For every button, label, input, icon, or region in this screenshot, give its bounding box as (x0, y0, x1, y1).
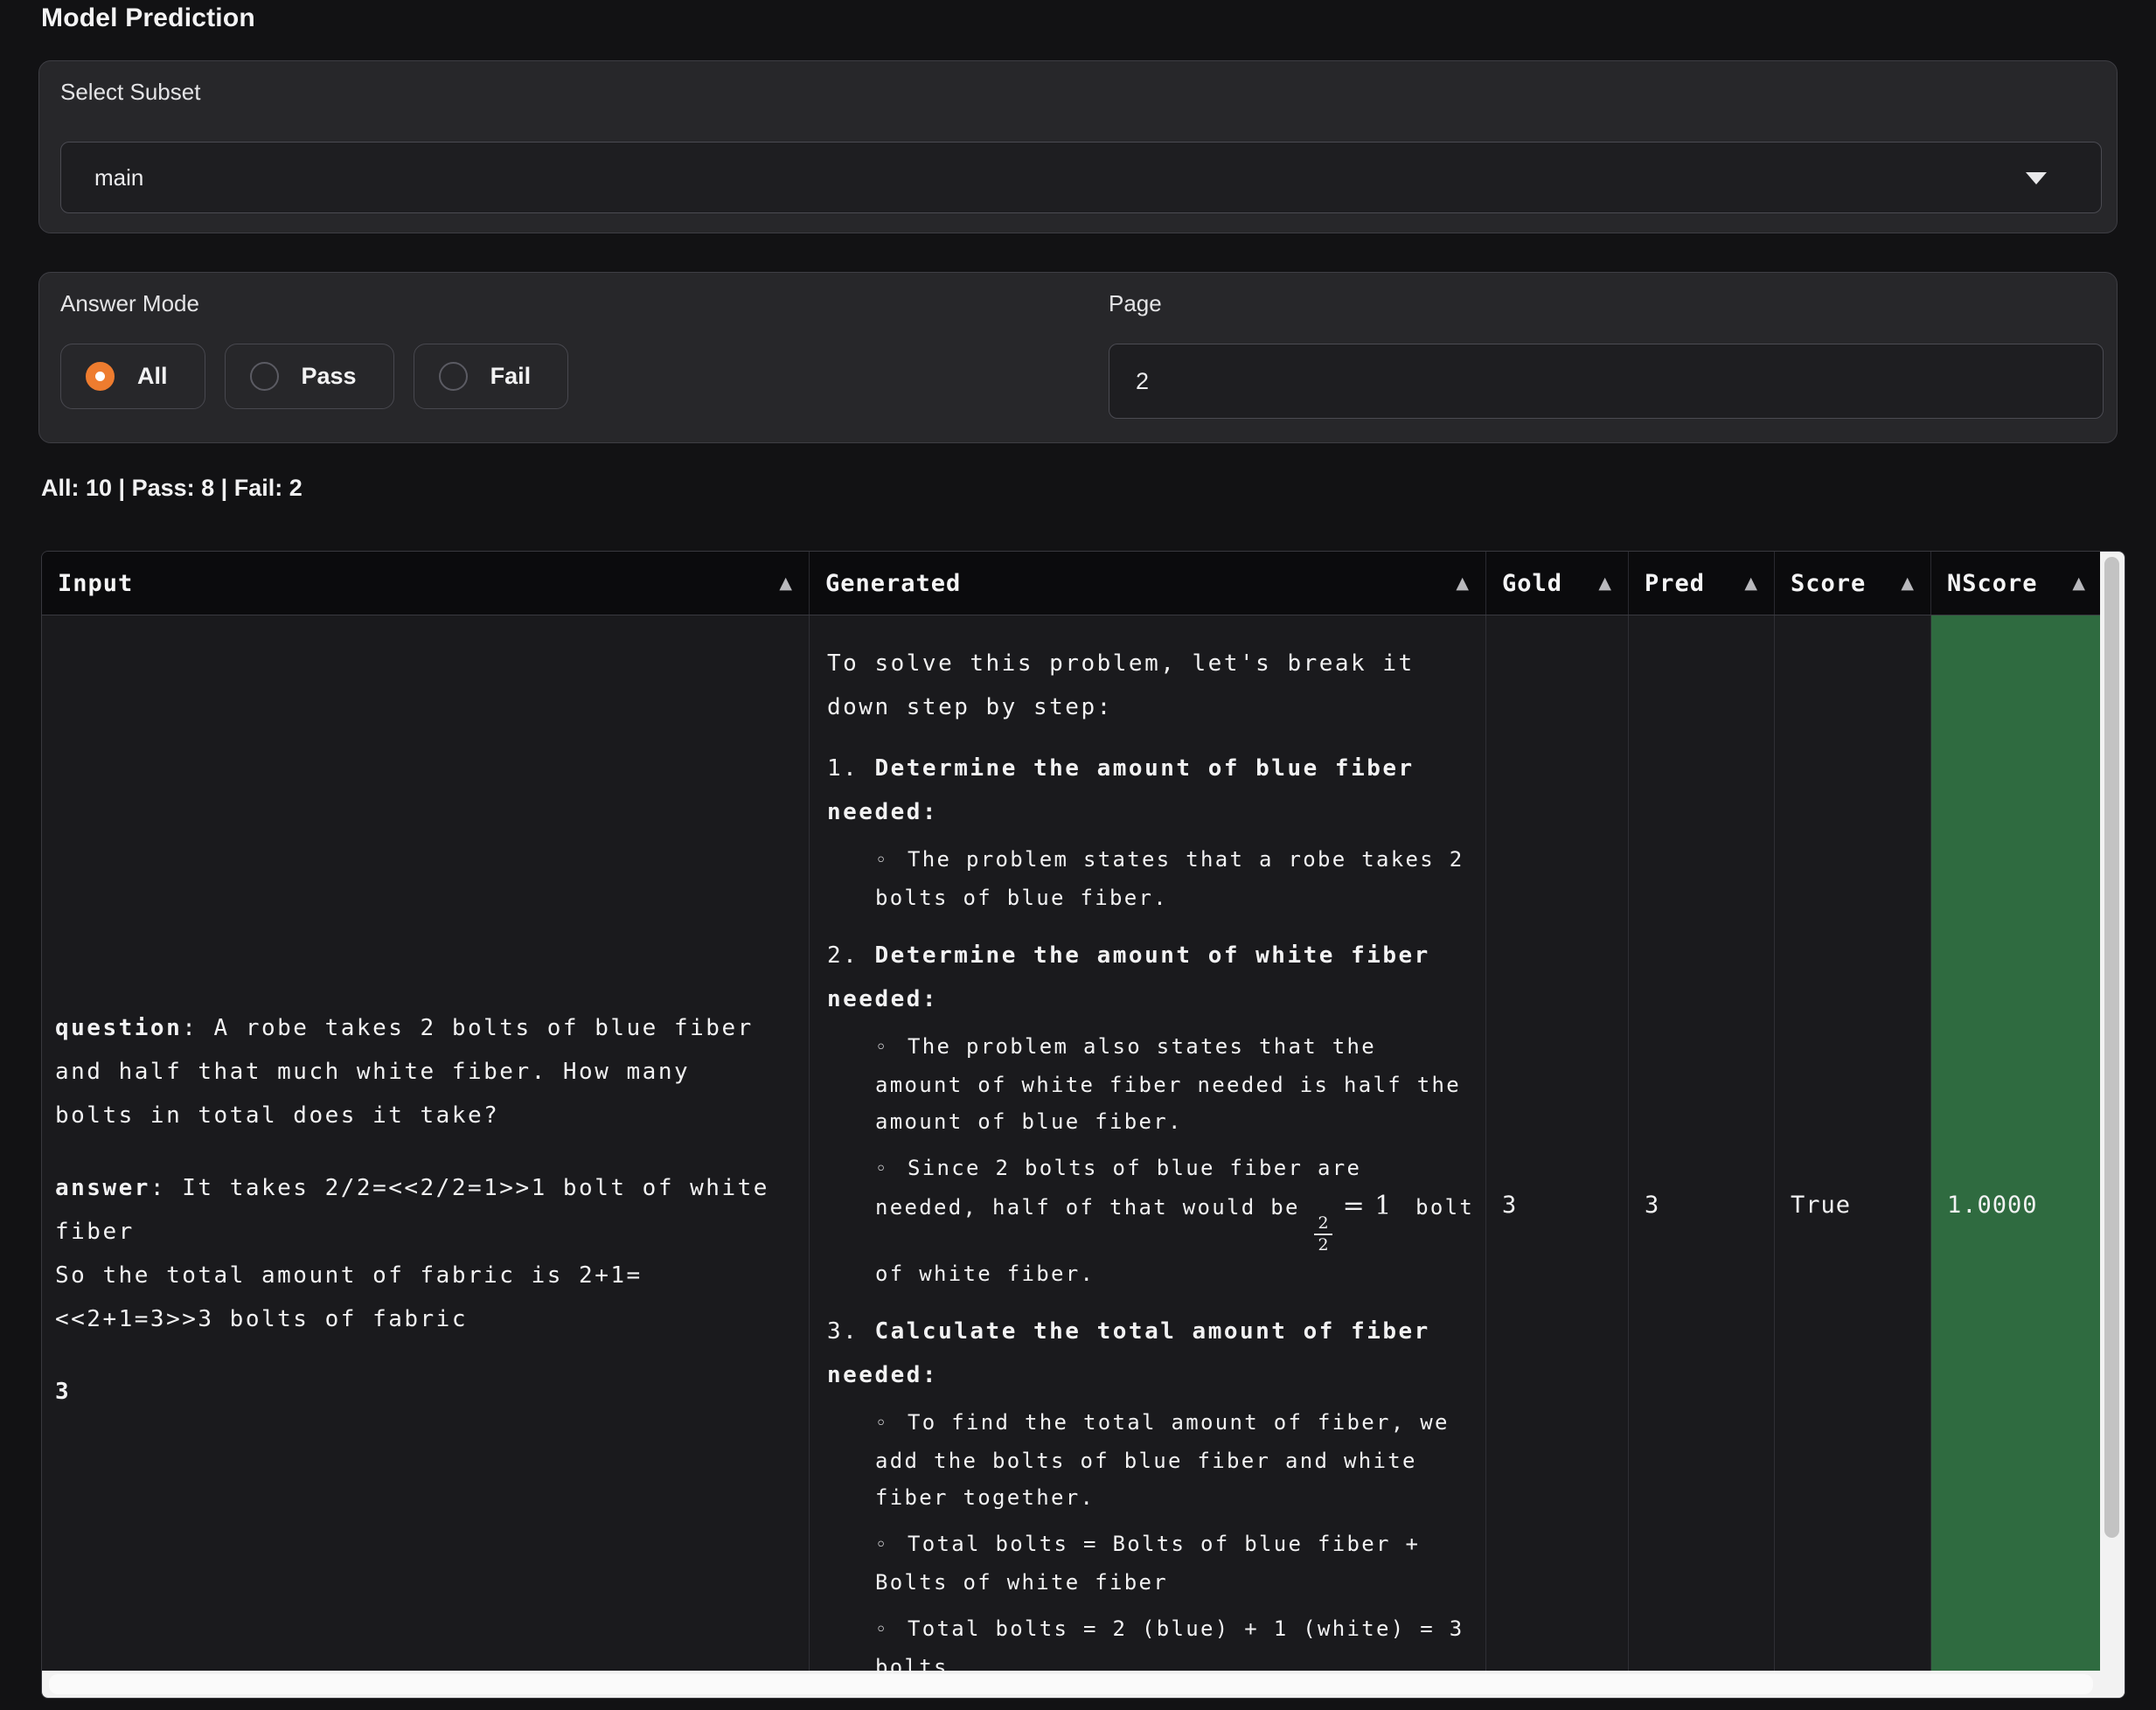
pred-value: 3 (1645, 1192, 1659, 1219)
bullet-item: ◦Total bolts = Bolts of blue fiber + Bol… (875, 1526, 1475, 1601)
stats-text: All: 10 | Pass: 8 | Fail: 2 (41, 475, 303, 502)
sort-asc-icon: ▲ (1744, 573, 1758, 593)
radio-option-fail[interactable]: Fail (414, 344, 569, 409)
header-generated-label: Generated (825, 570, 961, 597)
answer-mode-label: Answer Mode (60, 290, 199, 317)
nscore-cell: 1.0000 (1931, 615, 2102, 1672)
generated-step-3: 3. Calculate the total amount of fiber n… (827, 1310, 1475, 1672)
radio-option-all-label: All (137, 363, 168, 390)
gold-cell: 3 (1486, 615, 1629, 1672)
circle-bullet-icon: ◦ (875, 1151, 894, 1188)
header-pred[interactable]: Pred ▲ (1629, 552, 1775, 615)
score-cell: True (1775, 615, 1931, 1672)
subset-panel: Select Subset main (38, 60, 2118, 233)
subset-dropdown-value: main (94, 164, 143, 191)
circle-bullet-icon: ◦ (875, 1612, 894, 1649)
circle-bullet-icon: ◦ (875, 843, 894, 879)
bullet-item: ◦To find the total amount of fiber, we a… (875, 1404, 1475, 1516)
generated-cell: To solve this problem, let's break it do… (810, 615, 1486, 1672)
header-gold[interactable]: Gold ▲ (1486, 552, 1629, 615)
input-cell: question: A robe takes 2 bolts of blue f… (42, 615, 810, 1672)
header-generated[interactable]: Generated ▲ (810, 552, 1486, 615)
radio-option-fail-label: Fail (490, 363, 532, 390)
pred-cell: 3 (1629, 615, 1775, 1672)
subset-dropdown[interactable]: main (60, 142, 2102, 213)
answer-text: answer: It takes 2/2=<<2/2=1>>1 bolt of … (55, 1166, 781, 1341)
radio-unselected-icon (439, 362, 468, 391)
subset-label: Select Subset (60, 79, 200, 106)
vertical-scrollbar[interactable] (2100, 552, 2125, 1698)
generated-intro: To solve this problem, let's break it do… (827, 642, 1475, 729)
horizontal-scrollbar-thumb[interactable] (49, 1674, 2093, 1694)
radio-option-all[interactable]: All (60, 344, 205, 409)
gold-value: 3 (1502, 1192, 1517, 1219)
prediction-table: Input ▲ Generated ▲ Gold ▲ Pred ▲ Score … (41, 551, 2125, 1699)
horizontal-scrollbar[interactable] (42, 1671, 2125, 1698)
table-header-row: Input ▲ Generated ▲ Gold ▲ Pred ▲ Score … (42, 552, 2100, 615)
page-number-input[interactable]: 2 (1109, 344, 2104, 419)
header-score-label: Score (1791, 570, 1866, 597)
bullet-item-math: ◦Since 2 bolts of blue fiber are needed,… (875, 1150, 1475, 1292)
header-input[interactable]: Input ▲ (42, 552, 810, 615)
controls-panel: Answer Mode All Pass Fail Page 2 (38, 272, 2118, 443)
sort-asc-icon: ▲ (2072, 573, 2086, 593)
header-pred-label: Pred (1645, 570, 1705, 597)
chevron-down-icon (2026, 172, 2047, 184)
radio-selected-icon (86, 362, 115, 391)
sort-asc-icon: ▲ (779, 573, 793, 593)
page-number-value: 2 (1136, 368, 1149, 395)
answer-mode-group: All Pass Fail (60, 344, 568, 409)
header-input-label: Input (58, 570, 133, 597)
circle-bullet-icon: ◦ (875, 1527, 894, 1564)
radio-unselected-icon (250, 362, 279, 391)
sort-asc-icon: ▲ (1901, 573, 1915, 593)
header-gold-label: Gold (1502, 570, 1562, 597)
generated-step-1: 1. Determine the amount of blue fiber ne… (827, 747, 1475, 916)
header-nscore[interactable]: NScore ▲ (1931, 552, 2102, 615)
bullet-item: ◦The problem also states that the amount… (875, 1028, 1475, 1140)
table-row: question: A robe takes 2 bolts of blue f… (42, 615, 2100, 1672)
vertical-scrollbar-thumb[interactable] (2104, 557, 2119, 1538)
generated-step-2: 2. Determine the amount of white fiber n… (827, 934, 1475, 1292)
circle-bullet-icon: ◦ (875, 1030, 894, 1067)
nscore-value: 1.0000 (1947, 1192, 2038, 1219)
bullet-item: ◦The problem states that a robe takes 2 … (875, 841, 1475, 916)
sort-asc-icon: ▲ (1456, 573, 1470, 593)
radio-option-pass[interactable]: Pass (225, 344, 394, 409)
page-title: Model Prediction (41, 3, 255, 33)
header-nscore-label: NScore (1947, 570, 2038, 597)
page-number-label: Page (1109, 290, 1162, 317)
header-score[interactable]: Score ▲ (1775, 552, 1931, 615)
score-value: True (1791, 1192, 1851, 1219)
bullet-item: ◦Total bolts = 2 (blue) + 1 (white) = 3 … (875, 1610, 1475, 1672)
math-equals: = 1 (1343, 1191, 1393, 1221)
question-text: question: A robe takes 2 bolts of blue f… (55, 1006, 781, 1137)
sort-asc-icon: ▲ (1598, 573, 1612, 593)
math-fraction: 22 (1314, 1214, 1332, 1255)
circle-bullet-icon: ◦ (875, 1406, 894, 1442)
final-answer: 3 (55, 1370, 781, 1414)
radio-option-pass-label: Pass (302, 363, 357, 390)
